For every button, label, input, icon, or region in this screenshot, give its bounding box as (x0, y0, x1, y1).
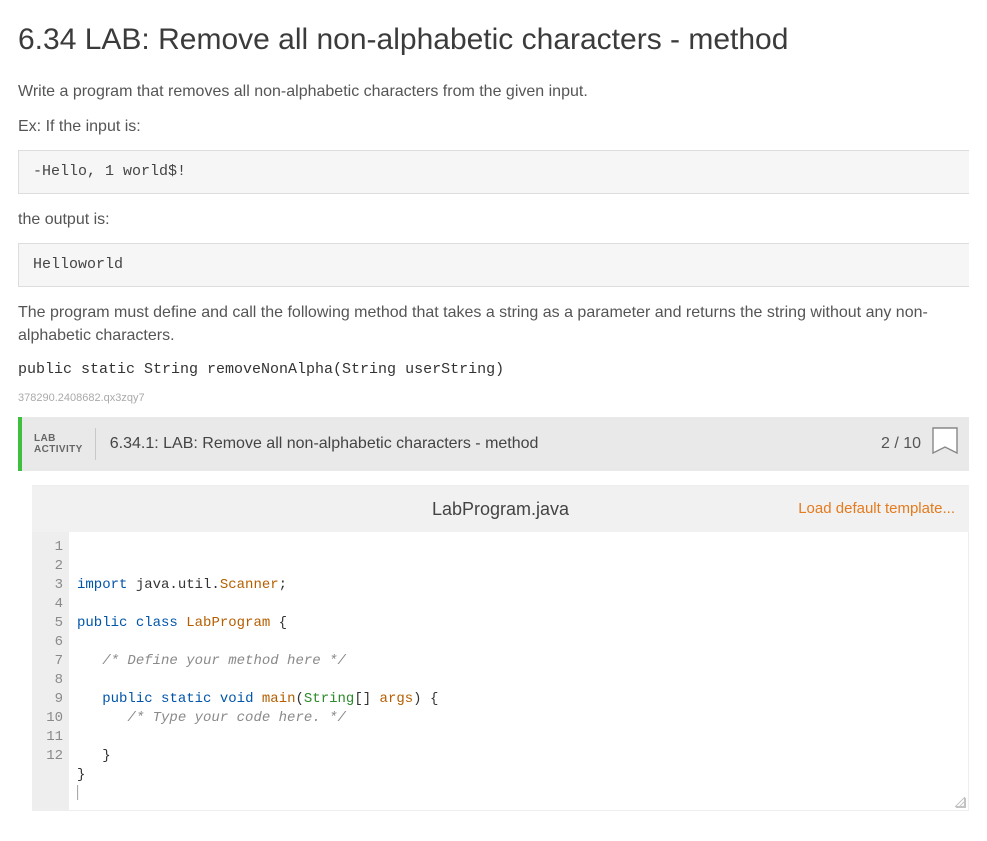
activity-bar: LAB ACTIVITY 6.34.1: LAB: Remove all non… (18, 417, 969, 471)
footprint-id: 378290.2408682.qx3zqy7 (18, 391, 969, 407)
code-line[interactable] (77, 595, 960, 614)
code-line[interactable]: /* Type your code here. */ (77, 709, 960, 728)
activity-title: 6.34.1: LAB: Remove all non-alphabetic c… (96, 432, 881, 455)
code-line[interactable] (77, 633, 960, 652)
activity-score: 2 / 10 (881, 432, 921, 455)
code-line[interactable]: } (77, 747, 960, 766)
code-line[interactable] (77, 728, 960, 747)
load-default-template-link[interactable]: Load default template... (798, 498, 955, 520)
intro-text: Write a program that removes all non-alp… (18, 80, 969, 103)
code-line[interactable]: public static void main(String[] args) { (77, 690, 960, 709)
code-line[interactable] (77, 785, 960, 804)
line-number: 11 (37, 728, 63, 747)
code-line[interactable] (77, 671, 960, 690)
code-editor[interactable]: 123456789101112 import java.util.Scanner… (32, 532, 969, 811)
resize-handle-icon[interactable] (952, 794, 966, 808)
editor-filename: LabProgram.java (432, 496, 569, 522)
input-example-block: -Hello, 1 world$! (18, 150, 969, 194)
editor-card: LabProgram.java Load default template...… (32, 485, 969, 811)
line-number: 12 (37, 747, 63, 766)
line-number: 9 (37, 690, 63, 709)
code-line[interactable]: /* Define your method here */ (77, 652, 960, 671)
must-define-text: The program must define and call the fol… (18, 301, 969, 347)
output-label: the output is: (18, 208, 969, 231)
activity-label-line1: LAB (34, 433, 83, 444)
example-label: Ex: If the input is: (18, 115, 969, 138)
code-line[interactable]: public class LabProgram { (77, 614, 960, 633)
output-example-block: Helloworld (18, 243, 969, 287)
text-cursor (77, 785, 79, 800)
activity-type-label: LAB ACTIVITY (22, 428, 96, 460)
bookmark-icon[interactable] (931, 427, 959, 461)
line-number: 7 (37, 652, 63, 671)
line-number: 3 (37, 576, 63, 595)
code-line[interactable]: } (77, 766, 960, 785)
code-area[interactable]: import java.util.Scanner; public class La… (69, 532, 968, 810)
line-number-gutter: 123456789101112 (33, 532, 69, 772)
method-signature: public static String removeNonAlpha(Stri… (18, 359, 969, 381)
editor-header: LabProgram.java Load default template... (32, 486, 969, 532)
line-number: 5 (37, 614, 63, 633)
code-line[interactable]: import java.util.Scanner; (77, 576, 960, 595)
line-number: 4 (37, 595, 63, 614)
line-number: 2 (37, 557, 63, 576)
line-number: 6 (37, 633, 63, 652)
page-title: 6.34 LAB: Remove all non-alphabetic char… (18, 18, 969, 62)
line-number: 1 (37, 538, 63, 557)
line-number: 8 (37, 671, 63, 690)
activity-label-line2: ACTIVITY (34, 444, 83, 455)
line-number: 10 (37, 709, 63, 728)
